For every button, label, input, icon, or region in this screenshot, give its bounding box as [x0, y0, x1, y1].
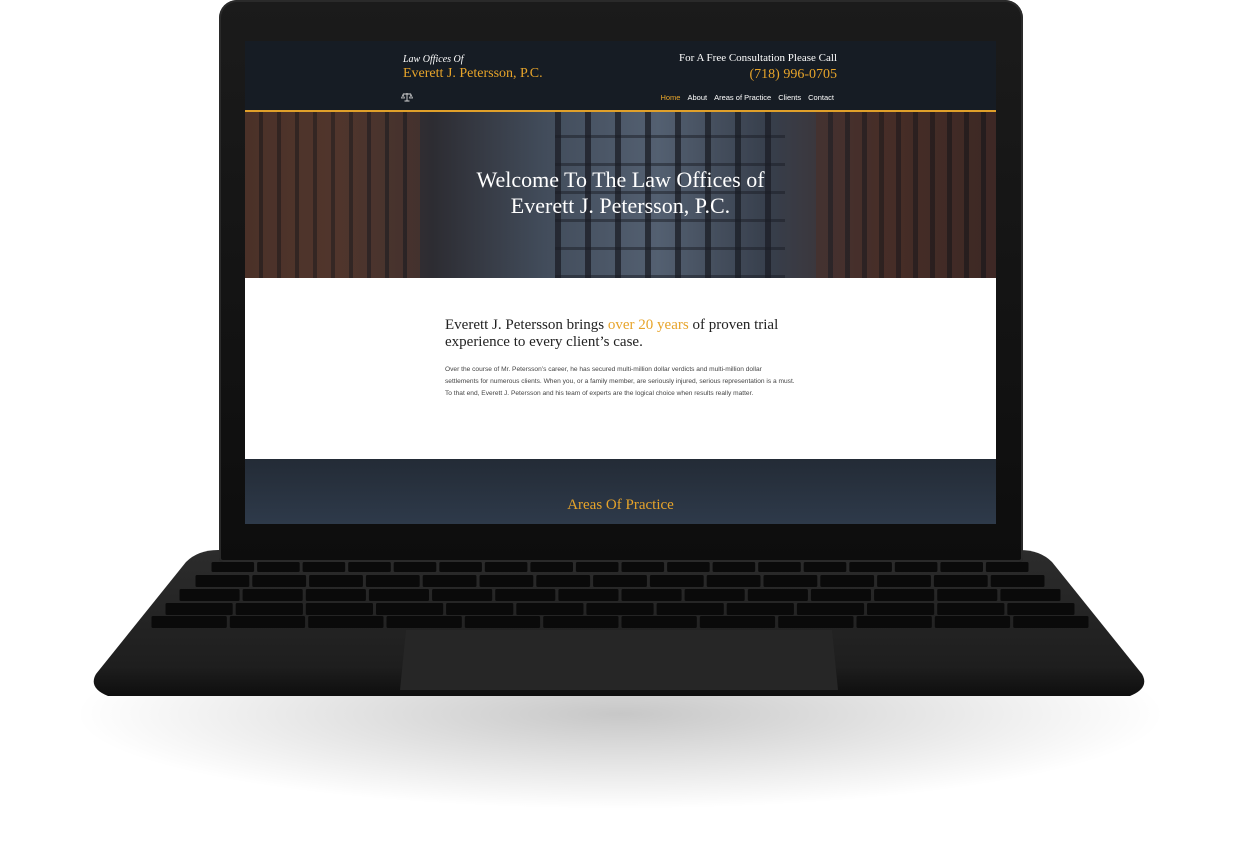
- keyboard-key: [699, 616, 776, 628]
- keyboard-key: [820, 575, 875, 587]
- keyboard-key: [1000, 589, 1061, 601]
- keyboard-key: [432, 589, 493, 601]
- keyboard-key: [985, 562, 1029, 572]
- hero-banner: Welcome To The Law Offices of Everett J.…: [245, 112, 996, 278]
- nav-clients[interactable]: Clients: [778, 93, 801, 102]
- consultation-text: For A Free Consultation Please Call: [679, 52, 837, 64]
- keyboard-key: [877, 575, 931, 587]
- keyboard-key: [656, 603, 724, 615]
- keyboard-key: [242, 589, 303, 601]
- keyboard-key: [305, 589, 366, 601]
- keyboard-key: [257, 562, 300, 572]
- keyboard-key: [422, 575, 477, 587]
- keyboard-key: [849, 562, 892, 572]
- keyboard-key: [990, 575, 1045, 587]
- keyboard-key: [165, 603, 233, 615]
- keyboard-key: [621, 589, 682, 601]
- keyboard-key: [684, 589, 745, 601]
- intro-lead-start: Everett J. Petersson brings: [445, 317, 608, 333]
- keyboard-key: [712, 562, 756, 572]
- keyboard-key: [747, 589, 808, 601]
- keyboard-key: [386, 616, 462, 628]
- nav-home[interactable]: Home: [660, 93, 680, 102]
- intro-lead: Everett J. Petersson brings over 20 year…: [445, 317, 795, 351]
- keyboard-key: [667, 562, 710, 572]
- keyboard-key: [778, 616, 854, 628]
- intro-section: Everett J. Petersson brings over 20 year…: [445, 317, 795, 400]
- keyboard-key: [530, 562, 573, 572]
- keyboard-key: [874, 589, 935, 601]
- keyboard-key: [235, 603, 303, 615]
- keyboard-key: [348, 562, 391, 572]
- hero-title-line1: Welcome To The Law Offices of: [476, 167, 765, 192]
- site-header: Law Offices Of Everett J. Petersson, P.C…: [245, 41, 996, 112]
- keyboard-key: [726, 603, 794, 615]
- keyboard-key: [446, 603, 514, 615]
- keyboard-key: [867, 603, 935, 615]
- keyboard-key: [621, 562, 665, 572]
- nav-contact[interactable]: Contact: [808, 93, 834, 102]
- keyboard-key: [894, 562, 938, 572]
- hero-title-line2: Everett J. Petersson, P.C.: [510, 193, 731, 218]
- keyboard-key: [368, 589, 429, 601]
- keyboard-key: [365, 575, 420, 587]
- keyboard-key: [439, 562, 482, 572]
- practice-section: Areas Of Practice: [245, 459, 996, 524]
- keyboard-key: [934, 616, 1011, 628]
- keyboard: [150, 560, 1090, 630]
- keyboard-key: [937, 603, 1005, 615]
- keyboard-key: [516, 603, 584, 615]
- logo-tagline: Law Offices Of: [403, 54, 464, 65]
- hero-title: Welcome To The Law Offices of Everett J.…: [245, 167, 996, 219]
- keyboard-key: [536, 575, 591, 587]
- keyboard-key: [810, 589, 871, 601]
- keyboard-key: [308, 616, 384, 628]
- keyboard-key: [393, 562, 437, 572]
- keyboard-key: [621, 616, 697, 628]
- keyboard-key: [179, 589, 240, 601]
- keyboard-key: [484, 562, 528, 572]
- keyboard-key: [575, 562, 619, 572]
- keyboard-key: [252, 575, 307, 587]
- keyboard-key: [763, 575, 818, 587]
- screen: Law Offices Of Everett J. Petersson, P.C…: [245, 41, 996, 524]
- keyboard-key: [305, 603, 373, 615]
- keyboard-key: [195, 575, 250, 587]
- nav-areas-of-practice[interactable]: Areas of Practice: [714, 93, 771, 102]
- keyboard-key: [593, 575, 647, 587]
- keyboard-key: [495, 589, 556, 601]
- keyboard-key: [543, 616, 619, 628]
- keyboard-key: [1007, 603, 1075, 615]
- keyboard-key: [803, 562, 847, 572]
- intro-lead-highlight: over 20 years: [607, 317, 689, 333]
- keyboard-key: [856, 616, 932, 628]
- keyboard-key: [558, 589, 619, 601]
- keyboard-key: [151, 616, 227, 628]
- keyboard-key: [937, 589, 998, 601]
- keyboard-key: [309, 575, 363, 587]
- keyboard-key: [479, 575, 534, 587]
- keyboard-key: [933, 575, 988, 587]
- keyboard-key: [302, 562, 346, 572]
- nav-about[interactable]: About: [687, 93, 707, 102]
- keyboard-key: [649, 575, 704, 587]
- keyboard-key: [211, 562, 255, 572]
- phone-number[interactable]: (718) 996-0705: [750, 67, 838, 83]
- keyboard-key: [1013, 616, 1089, 628]
- practice-title: Areas Of Practice: [567, 497, 674, 513]
- main-nav: Home About Areas of Practice Clients Con…: [660, 93, 834, 102]
- scales-icon: [401, 93, 413, 102]
- floor-shadow: [70, 690, 1170, 810]
- keyboard-key: [796, 603, 865, 615]
- keyboard-key: [376, 603, 444, 615]
- keyboard-key: [706, 575, 761, 587]
- logo-firm-name[interactable]: Everett J. Petersson, P.C.: [403, 66, 543, 82]
- keyboard-key: [464, 616, 541, 628]
- keyboard-key: [758, 562, 801, 572]
- keyboard-key: [586, 603, 654, 615]
- laptop-mockup: Law Offices Of Everett J. Petersson, P.C…: [0, 0, 1237, 846]
- keyboard-key: [940, 562, 983, 572]
- intro-body: Over the course of Mr. Petersson’s caree…: [445, 366, 795, 397]
- keyboard-key: [229, 616, 306, 628]
